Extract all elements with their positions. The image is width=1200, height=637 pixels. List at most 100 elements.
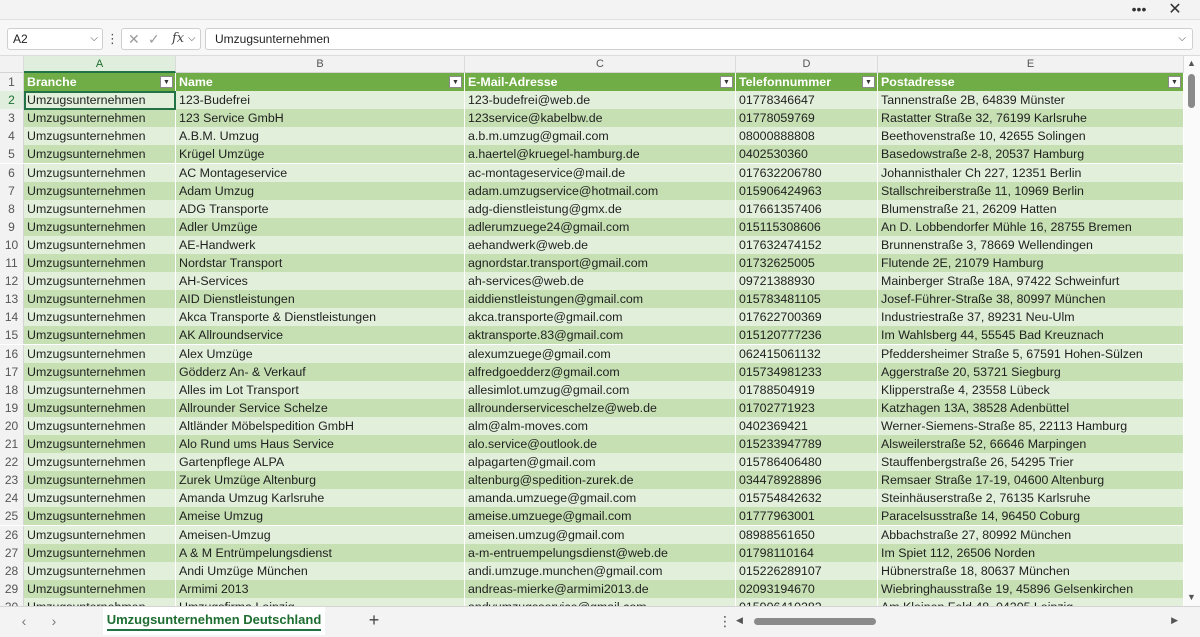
cell-b[interactable]: Umzugsfirma Leipzig (176, 597, 465, 606)
cell-d[interactable]: 09721388930 (736, 272, 878, 291)
cell-e[interactable]: Hübnerstraße 18, 80637 München (878, 561, 1184, 580)
cell-a[interactable]: Umzugsunternehmen (24, 561, 176, 580)
row-number[interactable]: 20 (0, 416, 24, 435)
row-number[interactable]: 17 (0, 362, 24, 381)
row-number[interactable]: 7 (0, 181, 24, 200)
column-title-d[interactable]: Telefonnummer (736, 73, 878, 91)
row-number[interactable]: 13 (0, 290, 24, 309)
cell-b[interactable]: Krügel Umzüge (176, 145, 465, 164)
cell-c[interactable]: alfredgoedderz@gmail.com (465, 362, 736, 381)
more-options-icon[interactable]: ••• (1128, 0, 1150, 20)
cell-c[interactable]: adg-dienstleistung@gmx.de (465, 199, 736, 218)
row-number[interactable]: 18 (0, 380, 24, 399)
cell-e[interactable]: Werner-Siemens-Straße 85, 22113 Hamburg (878, 416, 1184, 435)
cell-d[interactable]: 02093194670 (736, 579, 878, 598)
filter-dropdown-icon[interactable]: ▼ (449, 76, 462, 88)
cell-c[interactable]: akca.transporte@gmail.com (465, 308, 736, 327)
scroll-up-icon[interactable]: ▲ (1187, 58, 1196, 68)
vertical-scrollbar[interactable]: ▲ ▼ (1184, 56, 1200, 606)
cell-b[interactable]: Andi Umzüge München (176, 561, 465, 580)
cell-b[interactable]: Ameisen-Umzug (176, 525, 465, 544)
add-sheet-button[interactable]: + (366, 610, 382, 631)
cell-a[interactable]: Umzugsunternehmen (24, 380, 176, 399)
cell-c[interactable]: ameise.umzuege@gmail.com (465, 507, 736, 526)
filter-dropdown-icon[interactable]: ▼ (720, 76, 733, 88)
cell-c[interactable]: aehandwerk@web.de (465, 235, 736, 254)
cell-a[interactable]: Umzugsunternehmen (24, 398, 176, 417)
cell-d[interactable]: 01798110164 (736, 543, 878, 562)
row-number[interactable]: 6 (0, 163, 24, 182)
row-number[interactable]: 12 (0, 272, 24, 291)
cell-e[interactable]: Pfeddersheimer Straße 5, 67591 Hohen-Sül… (878, 344, 1184, 363)
row-number[interactable]: 25 (0, 507, 24, 526)
cell-d[interactable]: 015734981233 (736, 362, 878, 381)
cell-a[interactable]: Umzugsunternehmen (24, 235, 176, 254)
cell-b[interactable]: Zurek Umzüge Altenburg (176, 471, 465, 490)
column-title-c[interactable]: E-Mail-Adresse (465, 73, 736, 91)
horizontal-scroll-thumb[interactable] (754, 618, 876, 625)
row-number[interactable]: 9 (0, 217, 24, 236)
cell-c[interactable]: alm@alm-moves.com (465, 416, 736, 435)
cell-a[interactable]: Umzugsunternehmen (24, 199, 176, 218)
cell-d[interactable]: 015115308606 (736, 217, 878, 236)
cell-c[interactable]: amanda.umzuege@gmail.com (465, 489, 736, 508)
cell-a[interactable]: Umzugsunternehmen (24, 308, 176, 327)
cell-c[interactable]: agnordstar.transport@gmail.com (465, 254, 736, 272)
cell-a[interactable]: Umzugsunternehmen (24, 127, 176, 146)
cell-d[interactable]: 015226289107 (736, 561, 878, 580)
scroll-right-icon[interactable]: ▶ (1171, 615, 1178, 626)
cell-b[interactable]: Nordstar Transport (176, 254, 465, 272)
cell-b[interactable]: A.B.M. Umzug (176, 127, 465, 146)
cell-a[interactable]: Umzugsunternehmen (24, 489, 176, 508)
cell-b[interactable]: 123 Service GmbH (176, 109, 465, 128)
cell-b[interactable]: AID Dienstleistungen (176, 290, 465, 309)
tab-options-icon[interactable]: ⋮ (718, 613, 732, 630)
cell-e[interactable]: Klipperstraße 4, 23558 Lübeck (878, 380, 1184, 399)
cell-d[interactable]: 017632206780 (736, 163, 878, 182)
cell-a[interactable]: Umzugsunternehmen (24, 217, 176, 236)
select-all-corner[interactable] (0, 56, 24, 73)
cell-c[interactable]: altenburg@spedition-zurek.de (465, 471, 736, 490)
cell-a[interactable]: Umzugsunternehmen (24, 344, 176, 363)
cell-e[interactable]: Paracelsusstraße 14, 96450 Coburg (878, 507, 1184, 526)
cell-a[interactable]: Umzugsunternehmen (24, 272, 176, 291)
cell-c[interactable]: aiddienstleistungen@gmail.com (465, 290, 736, 309)
name-box[interactable]: A2 ⌵ (7, 28, 103, 50)
cell-d[interactable]: 062415061132 (736, 344, 878, 363)
cell-d[interactable]: 01777963001 (736, 507, 878, 526)
cell-e[interactable]: Rastatter Straße 32, 76199 Karlsruhe (878, 109, 1184, 128)
cell-b[interactable]: Adam Umzug (176, 181, 465, 200)
cell-d[interactable]: 017622700369 (736, 308, 878, 327)
cell-c[interactable]: 123-budefrei@web.de (465, 91, 736, 110)
cell-a[interactable]: Umzugsunternehmen (24, 326, 176, 345)
vertical-scroll-thumb[interactable] (1188, 74, 1195, 108)
cell-d[interactable]: 015754842632 (736, 489, 878, 508)
cell-a[interactable]: Umzugsunternehmen (24, 543, 176, 562)
cell-d[interactable]: 01702771923 (736, 398, 878, 417)
cell-c[interactable]: andreas-mierke@armimi2013.de (465, 579, 736, 598)
cell-a[interactable]: Umzugsunternehmen (24, 362, 176, 381)
row-number[interactable]: 16 (0, 344, 24, 363)
cell-c[interactable]: a-m-entruempelungsdienst@web.de (465, 543, 736, 562)
cell-b[interactable]: AK Allroundservice (176, 326, 465, 345)
cell-a[interactable]: Umzugsunternehmen (24, 435, 176, 453)
cell-a[interactable]: Umzugsunternehmen (24, 163, 176, 182)
cell-c[interactable]: 123service@kabelbw.de (465, 109, 736, 128)
cell-c[interactable]: alo.service@outlook.de (465, 435, 736, 453)
cancel-icon[interactable]: ✕ (128, 29, 140, 49)
cell-b[interactable]: Adler Umzüge (176, 217, 465, 236)
row-number[interactable]: 10 (0, 235, 24, 254)
row-number[interactable]: 29 (0, 579, 24, 598)
row-number[interactable]: 22 (0, 453, 24, 472)
cell-e[interactable]: Alsweilerstraße 52, 66646 Marpingen (878, 435, 1184, 453)
cell-b[interactable]: AC Montageservice (176, 163, 465, 182)
cell-e[interactable]: Blumenstraße 21, 26209 Hatten (878, 199, 1184, 218)
confirm-icon[interactable]: ✓ (148, 29, 160, 49)
cell-d[interactable]: 017661357406 (736, 199, 878, 218)
column-title-e[interactable]: Postadresse (878, 73, 1184, 91)
cell-b[interactable]: 123-Budefrei (176, 91, 465, 110)
cell-d[interactable]: 08988561650 (736, 525, 878, 544)
row-number[interactable]: 3 (0, 109, 24, 128)
cell-a[interactable]: Umzugsunternehmen (24, 597, 176, 606)
row-number[interactable]: 26 (0, 525, 24, 544)
